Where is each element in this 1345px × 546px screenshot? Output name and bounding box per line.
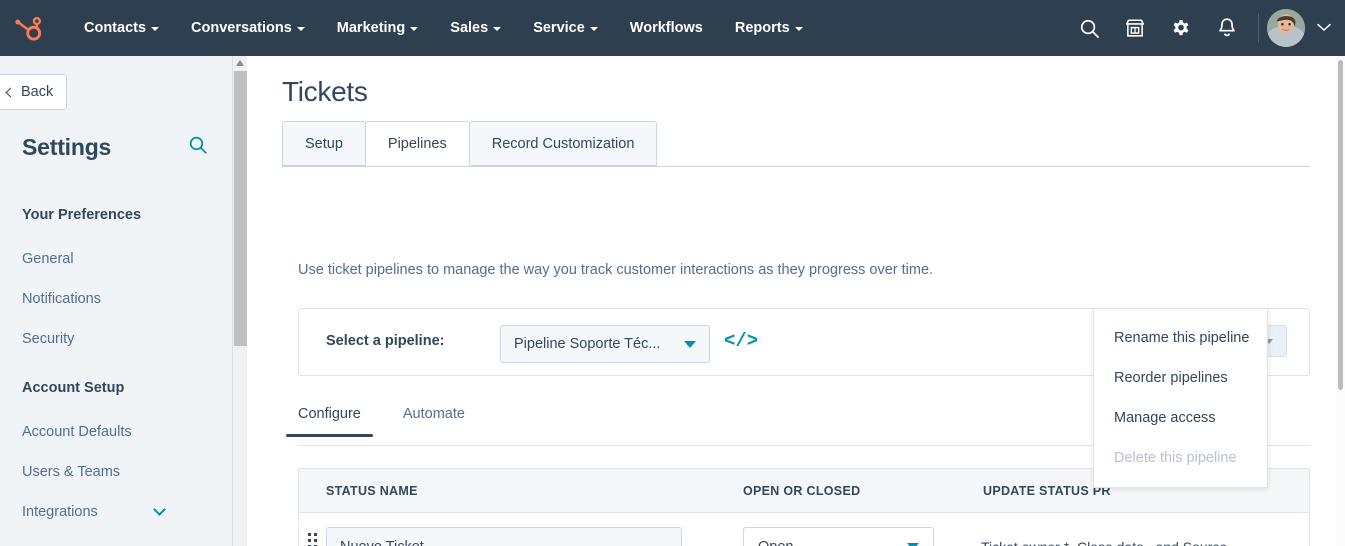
subtab-label: Configure xyxy=(298,406,361,422)
tab-pipelines[interactable]: Pipelines xyxy=(364,121,470,166)
select-pipeline-label: Select a pipeline: xyxy=(326,333,445,349)
settings-search-icon[interactable] xyxy=(188,135,208,160)
hubspot-sprocket-logo[interactable] xyxy=(12,11,46,45)
nav-divider xyxy=(1258,13,1259,43)
sidebar-section-account-setup: Account Setup xyxy=(22,380,124,396)
user-avatar[interactable] xyxy=(1267,9,1305,47)
menu-item-delete-this-pipeline: Delete this pipeline xyxy=(1094,438,1267,478)
column-header-update-status-properties: UPDATE STATUS PR xyxy=(983,483,1111,498)
nav-item-reports[interactable]: Reports xyxy=(719,0,819,56)
sidebar-item-label: Integrations xyxy=(22,504,98,520)
chevron-down-icon xyxy=(589,27,598,31)
sidebar-item-integrations[interactable]: Integrations xyxy=(22,502,202,520)
back-button-label: Back xyxy=(21,84,54,100)
menu-item-label: Delete this pipeline xyxy=(1114,450,1237,466)
nav-item-label: Reports xyxy=(734,20,790,36)
account-chevron-down-icon[interactable] xyxy=(1317,19,1331,37)
sidebar-item-label: Security xyxy=(22,331,75,347)
subtab-configure[interactable]: Configure xyxy=(286,406,373,437)
sidebar-item-label: Account Defaults xyxy=(22,424,132,440)
nav-item-label: Contacts xyxy=(84,20,147,36)
menu-item-label: Reorder pipelines xyxy=(1114,370,1228,386)
subtab-label: Automate xyxy=(402,406,465,422)
tab-label: Setup xyxy=(305,135,343,152)
menu-item-label: Manage access xyxy=(1114,410,1216,426)
chevron-down-icon xyxy=(684,340,696,348)
column-header-status-name: STATUS NAME xyxy=(326,483,418,498)
tab-label: Record Customization xyxy=(491,135,635,152)
back-button[interactable]: Back xyxy=(0,74,67,110)
open-or-closed-select[interactable]: Open xyxy=(743,526,934,546)
code-embed-icon[interactable]: </> xyxy=(724,330,758,352)
scroll-up-arrow-icon[interactable] xyxy=(236,60,244,66)
nav-item-label: Workflows xyxy=(629,20,703,36)
sidebar-item-notifications[interactable]: Notifications xyxy=(22,291,202,307)
chevron-left-icon xyxy=(5,87,16,97)
nav-item-label: Conversations xyxy=(191,20,292,36)
menu-item-manage-access[interactable]: Manage access xyxy=(1094,398,1267,438)
marketplace-icon[interactable] xyxy=(1112,0,1158,56)
tab-record-customization[interactable]: Record Customization xyxy=(468,121,658,166)
nav-item-conversations[interactable]: Conversations xyxy=(175,0,321,56)
nav-item-label: Sales xyxy=(450,20,489,36)
column-header-open-or-closed: OPEN OR CLOSED xyxy=(743,483,861,498)
sidebar-item-label: Users & Teams xyxy=(22,464,121,480)
update-status-properties-text: Ticket owner *, Close date , and Source xyxy=(981,539,1227,546)
sidebar-section-label: Your Preferences xyxy=(22,207,142,223)
sidebar-scrollbar-thumb[interactable] xyxy=(234,71,247,346)
sidebar-item-security[interactable]: Security xyxy=(22,331,202,347)
open-or-closed-value: Open xyxy=(758,539,793,546)
top-nav-actions xyxy=(1066,0,1335,56)
tab-label: Pipelines xyxy=(387,135,447,152)
chevron-down-icon xyxy=(794,27,803,31)
status-name-input[interactable] xyxy=(326,526,682,546)
table-row: Open Ticket owner *, Close date , and So… xyxy=(299,513,1309,546)
chevron-down-icon xyxy=(153,502,166,516)
menu-item-reorder-pipelines[interactable]: Reorder pipelines xyxy=(1094,358,1267,398)
pipeline-select[interactable]: Pipeline Soporte Téc... xyxy=(500,325,710,363)
nav-item-label: Service xyxy=(533,20,585,36)
sidebar-item-label: General xyxy=(22,251,74,267)
chevron-down-icon xyxy=(410,27,419,31)
notifications-bell-icon[interactable] xyxy=(1204,0,1250,56)
top-navigation-bar: Contacts Conversations Marketing Sales S… xyxy=(0,0,1345,56)
settings-sidebar: Back Settings Your Preferences General N… xyxy=(0,56,232,546)
menu-item-label: Rename this pipeline xyxy=(1114,330,1250,346)
chevron-down-icon xyxy=(151,27,160,31)
sidebar-item-general[interactable]: General xyxy=(22,251,202,267)
sidebar-section-your-preferences: Your Preferences xyxy=(22,207,141,223)
tab-setup[interactable]: Setup xyxy=(282,121,366,166)
subtab-automate[interactable]: Automate xyxy=(403,406,465,436)
main-menu: Contacts Conversations Marketing Sales S… xyxy=(68,0,819,56)
page-title-settings: Settings xyxy=(22,134,112,160)
actions-dropdown-menu: Rename this pipeline Reorder pipelines M… xyxy=(1093,308,1268,488)
page-scrollbar[interactable] xyxy=(1336,56,1345,546)
sidebar-item-account-defaults[interactable]: Account Defaults xyxy=(22,424,202,440)
nav-item-workflows[interactable]: Workflows xyxy=(614,0,719,56)
pipeline-select-value: Pipeline Soporte Téc... xyxy=(514,336,661,352)
pipelines-description: Use ticket pipelines to manage the way y… xyxy=(298,262,934,278)
nav-item-service[interactable]: Service xyxy=(517,0,614,56)
page-scrollbar-thumb[interactable] xyxy=(1338,60,1343,390)
sidebar-item-users-and-teams[interactable]: Users & Teams xyxy=(22,464,202,480)
sidebar-section-label: Account Setup xyxy=(22,380,125,396)
gear-icon[interactable] xyxy=(1158,0,1204,56)
menu-item-rename-this-pipeline[interactable]: Rename this pipeline xyxy=(1094,318,1267,358)
main-content: Tickets Setup Pipelines Record Customiza… xyxy=(248,56,1336,546)
chevron-down-icon xyxy=(493,27,502,31)
page-title: Tickets xyxy=(282,76,368,107)
app-root: Contacts Conversations Marketing Sales S… xyxy=(0,0,1345,546)
drag-handle-icon[interactable] xyxy=(308,532,317,546)
search-icon[interactable] xyxy=(1066,0,1112,56)
nav-item-sales[interactable]: Sales xyxy=(434,0,517,56)
nav-item-label: Marketing xyxy=(336,20,406,36)
nav-item-contacts[interactable]: Contacts xyxy=(68,0,175,56)
nav-item-marketing[interactable]: Marketing xyxy=(321,0,435,56)
chevron-down-icon xyxy=(296,27,305,31)
sidebar-scrollbar[interactable] xyxy=(232,56,247,546)
sidebar-item-label: Notifications xyxy=(22,291,101,307)
settings-header: Settings xyxy=(22,134,208,161)
settings-tabs: Setup Pipelines Record Customization xyxy=(282,121,1310,167)
